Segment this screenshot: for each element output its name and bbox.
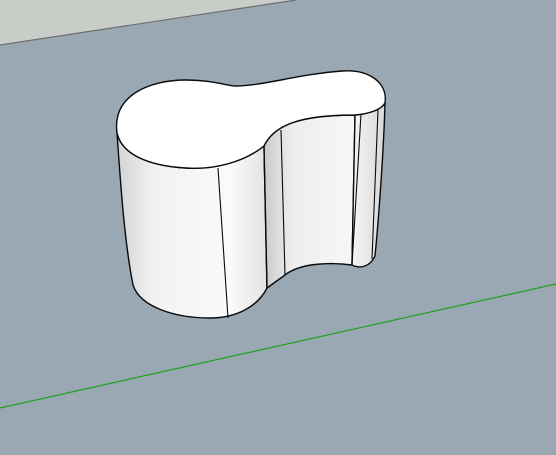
modeling-viewport[interactable] — [0, 0, 556, 455]
viewport-canvas[interactable] — [0, 0, 556, 455]
model-side-face-middle[interactable] — [263, 114, 356, 289]
